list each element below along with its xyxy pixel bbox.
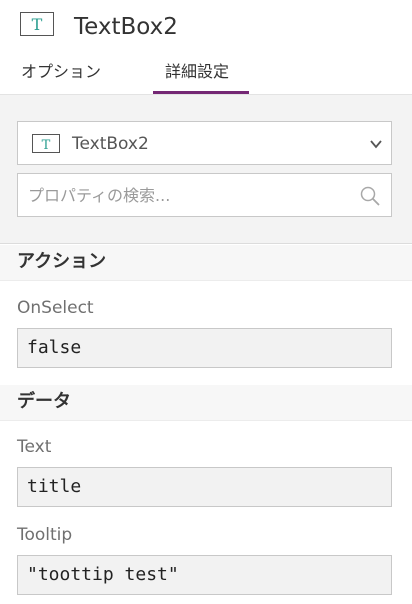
control-select-dropdown[interactable]: T TextBox2 <box>17 121 392 165</box>
selected-control-name: TextBox2 <box>72 134 149 154</box>
property-label-onselect: OnSelect <box>17 298 94 318</box>
section-title: アクション <box>17 251 107 272</box>
chevron-down-icon[interactable] <box>369 136 383 155</box>
search-icon[interactable] <box>359 185 381 211</box>
property-label-tooltip: Tooltip <box>17 525 73 545</box>
search-input[interactable] <box>28 174 348 216</box>
section-header-action: アクション <box>0 245 412 281</box>
property-label-text: Text <box>17 437 52 457</box>
tab-options[interactable]: オプション <box>21 60 101 84</box>
property-value-tooltip[interactable]: "toottip test" <box>17 555 392 595</box>
tab-advanced[interactable]: 詳細設定 <box>165 60 229 84</box>
section-title: データ <box>17 391 71 412</box>
control-title: TextBox2 <box>74 14 178 40</box>
svg-text:T: T <box>32 15 43 34</box>
control-picker-area <box>0 94 412 244</box>
section-header-data: データ <box>0 385 412 421</box>
panel-header: T TextBox2 オプション 詳細設定 <box>0 0 412 94</box>
property-value-text[interactable]: title <box>17 467 392 507</box>
property-search <box>17 173 392 217</box>
textbox-icon: T <box>20 12 54 36</box>
svg-text:T: T <box>42 138 51 152</box>
textbox-icon: T <box>32 134 60 153</box>
property-value-onselect[interactable]: false <box>17 328 392 368</box>
